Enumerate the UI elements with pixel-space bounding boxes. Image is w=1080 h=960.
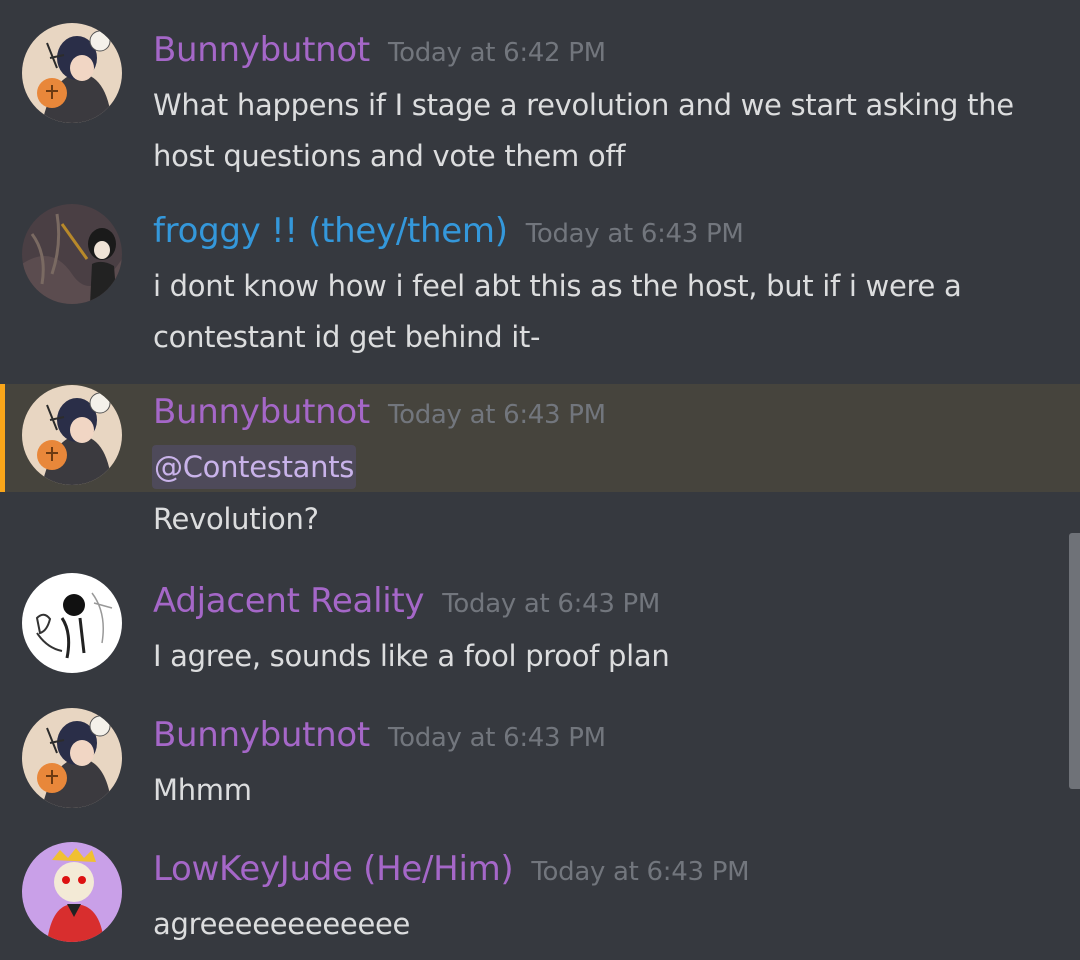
message-text: Mhmm xyxy=(153,773,252,807)
bunny-avatar-icon[interactable] xyxy=(22,385,122,485)
message-text: I agree, sounds like a fool proof plan xyxy=(153,639,670,673)
timestamp: Today at 6:43 PM xyxy=(525,219,744,249)
timestamp: Today at 6:42 PM xyxy=(387,38,606,68)
role-mention[interactable]: @Contestants xyxy=(152,445,357,489)
message-text: i dont know how i feel abt this as the h… xyxy=(153,269,962,303)
message-text: contestant id get behind it- xyxy=(153,320,541,354)
username[interactable]: LowKeyJude (He/Him) xyxy=(153,849,514,889)
username[interactable]: Bunnybutnot xyxy=(153,715,370,755)
timestamp: Today at 6:43 PM xyxy=(442,589,661,619)
username[interactable]: froggy !! (they/them) xyxy=(153,211,508,251)
jude-avatar-icon[interactable] xyxy=(22,842,122,942)
chat-message-list: Bunnybutnot Today at 6:42 PM What happens… xyxy=(0,0,1080,960)
timestamp: Today at 6:43 PM xyxy=(531,857,750,887)
bunny-avatar-icon[interactable] xyxy=(22,708,122,808)
username[interactable]: Bunnybutnot xyxy=(153,30,370,70)
timestamp: Today at 6:43 PM xyxy=(387,400,606,430)
username[interactable]: Adjacent Reality xyxy=(153,581,425,621)
bunny-avatar-icon[interactable] xyxy=(22,23,122,123)
mention-highlight-bar xyxy=(0,384,5,492)
username[interactable]: Bunnybutnot xyxy=(153,392,370,432)
sketch-avatar-icon[interactable] xyxy=(22,573,122,673)
scrollbar-thumb[interactable] xyxy=(1069,533,1080,789)
message-text: What happens if I stage a revolution and… xyxy=(153,88,1014,122)
message-text: host questions and vote them off xyxy=(153,139,626,173)
message-text: agreeeeeeeeeeee xyxy=(153,907,411,941)
message-text: Revolution? xyxy=(153,502,319,536)
froggy-avatar-icon[interactable] xyxy=(22,204,122,304)
timestamp: Today at 6:43 PM xyxy=(387,723,606,753)
